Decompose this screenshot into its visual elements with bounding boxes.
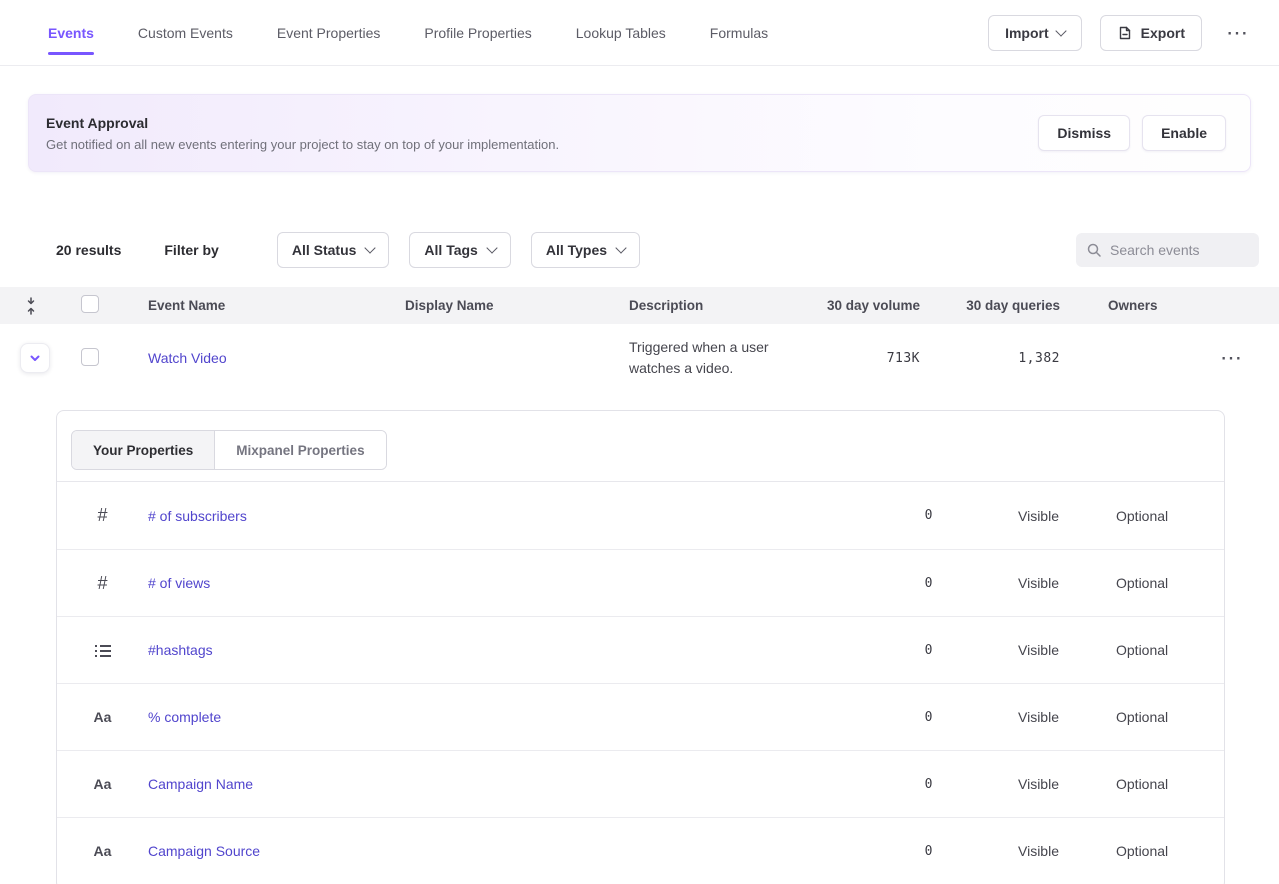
chevron-down-icon [486,242,497,253]
property-row: Campaign Name 0 Visible Optional [57,750,1224,817]
collapse-all-icon[interactable] [0,297,62,315]
chevron-down-icon [365,242,376,253]
property-requirement: Optional [1116,709,1224,725]
tab-events[interactable]: Events [48,25,94,41]
property-name-link[interactable]: % complete [148,709,221,725]
event-approval-banner: Event Approval Get notified on all new e… [28,94,1251,172]
property-row: # of subscribers 0 Visible Optional [57,482,1224,549]
property-row: #hashtags 0 Visible Optional [57,616,1224,683]
tags-filter-label: All Tags [424,242,477,258]
property-list: # of subscribers 0 Visible Optional # of… [57,482,1224,884]
property-count: 0 [848,643,933,658]
property-requirement: Optional [1116,642,1224,658]
event-description: Triggered when a user watches a video. [629,337,791,379]
tags-filter-dropdown[interactable]: All Tags [409,232,510,268]
row-checkbox[interactable] [81,348,99,366]
event-properties-panel: Your Properties Mixpanel Properties # of… [56,410,1225,884]
select-all-checkbox[interactable] [81,295,99,313]
import-button[interactable]: Import [988,15,1082,51]
text-type-icon [94,843,112,859]
property-visibility: Visible [933,709,1116,725]
import-button-label: Import [1005,25,1049,41]
property-visibility: Visible [933,776,1116,792]
property-visibility: Visible [933,575,1116,591]
property-requirement: Optional [1116,843,1224,859]
event-volume: 713K [820,351,920,366]
banner-text: Event Approval Get notified on all new e… [46,115,559,152]
property-name-link[interactable]: Campaign Name [148,776,253,792]
chevron-down-icon [615,242,626,253]
event-name-link[interactable]: Watch Video [148,350,227,366]
property-row: # of views 0 Visible Optional [57,549,1224,616]
export-icon [1117,25,1133,41]
column-header-owners[interactable]: Owners [1060,298,1279,313]
results-count: 20 results [56,242,121,258]
property-count: 0 [848,508,933,523]
text-type-icon [94,709,112,725]
property-name-link[interactable]: # of subscribers [148,508,247,524]
column-header-queries[interactable]: 30 day queries [920,298,1060,313]
number-type-icon [97,505,107,526]
chevron-down-icon [1055,25,1066,36]
tab-lookup-tables[interactable]: Lookup Tables [576,25,666,41]
banner-actions: Dismiss Enable [1038,115,1226,151]
property-name-link[interactable]: # of views [148,575,210,591]
property-visibility: Visible [933,642,1116,658]
number-type-icon [97,573,107,594]
text-type-icon [94,776,112,792]
property-visibility: Visible [933,843,1116,859]
property-requirement: Optional [1116,575,1224,591]
property-row: % complete 0 Visible Optional [57,683,1224,750]
enable-button[interactable]: Enable [1142,115,1226,151]
search-input[interactable] [1110,242,1249,258]
search-box [1076,233,1259,267]
filter-dropdowns: All Status All Tags All Types [277,232,640,268]
lexicon-events-page: Events Custom Events Event Properties Pr… [0,0,1279,884]
column-header-event-name[interactable]: Event Name [148,298,405,313]
property-name-link[interactable]: #hashtags [148,642,213,658]
types-filter-label: All Types [546,242,607,258]
types-filter-dropdown[interactable]: All Types [531,232,640,268]
nav-actions: Import Export ⋯ [988,15,1255,51]
list-type-icon [95,643,111,657]
search-icon [1086,242,1102,258]
filter-row: 20 results Filter by All Status All Tags… [56,232,1259,268]
property-count: 0 [848,710,933,725]
filter-by-label: Filter by [164,242,218,258]
nav-tabs: Events Custom Events Event Properties Pr… [48,0,768,65]
status-filter-label: All Status [292,242,357,258]
column-header-display-name[interactable]: Display Name [405,298,629,313]
tab-your-properties[interactable]: Your Properties [72,431,214,469]
property-name-link[interactable]: Campaign Source [148,843,260,859]
tab-event-properties[interactable]: Event Properties [277,25,381,41]
row-more-button[interactable]: ⋯ [1214,343,1249,373]
row-expander-button[interactable] [20,343,50,373]
property-requirement: Optional [1116,508,1224,524]
property-visibility: Visible [933,508,1116,524]
tab-formulas[interactable]: Formulas [710,25,768,41]
export-button[interactable]: Export [1100,15,1202,51]
banner-title: Event Approval [46,115,559,131]
tab-mixpanel-properties[interactable]: Mixpanel Properties [214,431,385,469]
property-count: 0 [848,576,933,591]
property-count: 0 [848,844,933,859]
nav-more-button[interactable]: ⋯ [1220,18,1255,48]
property-count: 0 [848,777,933,792]
property-row: Campaign Source 0 Visible Optional [57,817,1224,884]
tab-custom-events[interactable]: Custom Events [138,25,233,41]
column-header-volume[interactable]: 30 day volume [820,298,920,313]
properties-tab-group: Your Properties Mixpanel Properties [71,430,387,470]
chevron-down-icon [28,351,42,365]
export-button-label: Export [1141,25,1185,41]
banner-description: Get notified on all new events entering … [46,137,559,152]
status-filter-dropdown[interactable]: All Status [277,232,390,268]
tab-profile-properties[interactable]: Profile Properties [424,25,531,41]
event-queries: 1,382 [920,351,1060,366]
events-table-header: Event Name Display Name Description 30 d… [0,287,1279,324]
event-row-watch-video: Watch Video Triggered when a user watche… [0,324,1279,392]
top-nav: Events Custom Events Event Properties Pr… [0,0,1279,66]
dismiss-button[interactable]: Dismiss [1038,115,1130,151]
column-header-description[interactable]: Description [629,298,820,313]
property-requirement: Optional [1116,776,1224,792]
